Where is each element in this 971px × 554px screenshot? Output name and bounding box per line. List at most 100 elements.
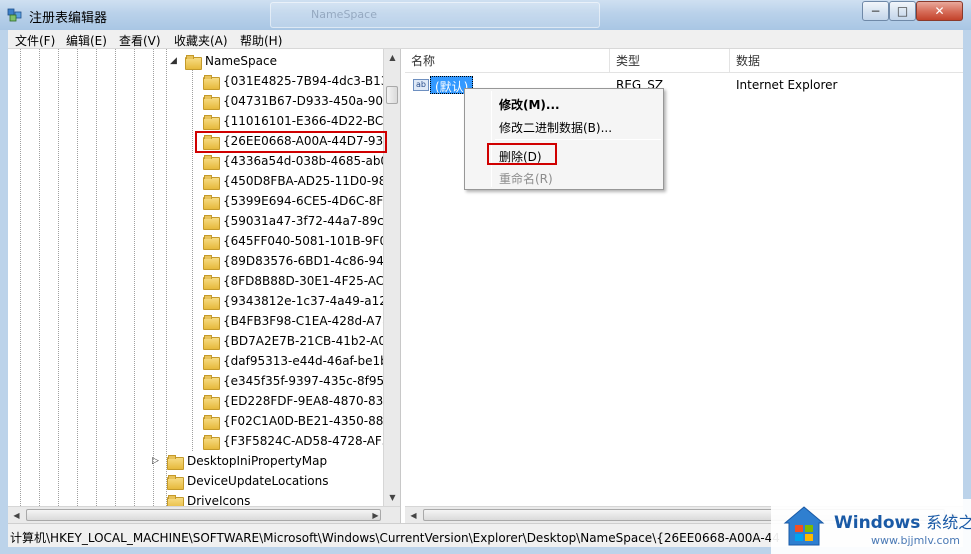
title-bar[interactable]: 注册表编辑器 NameSpace − □ ✕ (0, 0, 971, 30)
menu-help[interactable]: 帮助(H) (240, 32, 282, 49)
menu-edit[interactable]: 编辑(E) (66, 32, 107, 49)
tree-node-selected[interactable]: {26EE0668-A00A-44D7-9371 (203, 131, 398, 151)
tree-node-label: {B4FB3F98-C1EA-428d-A78A (223, 314, 398, 328)
tree-node-guid[interactable]: {F02C1A0D-BE21-4350-88B0 (203, 411, 399, 431)
tree-node-label: {e345f35f-9397-435c-8f95-4 (223, 374, 397, 388)
tree-node-guid[interactable]: {11016101-E366-4D22-BC06 (203, 111, 399, 131)
tree-node-deviceupdatelocations[interactable]: DeviceUpdateLocations (167, 471, 329, 491)
tree-guide-line (192, 69, 193, 451)
menu-view[interactable]: 查看(V) (119, 32, 161, 49)
tree-node-guid[interactable]: {5399E694-6CE5-4D6C-8FCE (203, 191, 399, 211)
folder-icon (203, 134, 220, 150)
tree-horizontal-scrollbar[interactable]: ◀ ▶ (8, 506, 400, 523)
tree-node-label: {9343812e-1c37-4a49-a12e (223, 294, 395, 308)
tree-node-guid[interactable]: {ED228FDF-9EA8-4870-83b1 (203, 391, 399, 411)
tree-guide-line (96, 49, 97, 506)
tree-guide-line (58, 49, 59, 506)
close-button[interactable]: ✕ (916, 1, 963, 21)
folder-icon (203, 394, 220, 410)
scroll-up-arrow-icon[interactable]: ▲ (384, 49, 400, 66)
tree-node-label: NameSpace (205, 54, 277, 68)
tree-guide-line (166, 49, 167, 506)
key-tree-pane[interactable]: ◢ NameSpace {031E4825-7B94-4dc3-B131 {047… (8, 49, 401, 523)
menu-item-modify-binary[interactable]: 修改二进制数据(B)... (499, 119, 612, 136)
menu-bar: 文件(F) 编辑(E) 查看(V) 收藏夹(A) 帮助(H) (8, 30, 963, 49)
folder-icon (203, 94, 220, 110)
context-menu: 修改(M)... 修改二进制数据(B)... 删除(D) 重命名(R) (464, 88, 664, 190)
tree-node-guid[interactable]: {BD7A2E7B-21CB-41b2-A08 (203, 331, 394, 351)
expand-triangle-icon[interactable]: ▷ (152, 456, 161, 466)
folder-icon (167, 474, 184, 490)
column-header-name[interactable]: 名称 (405, 49, 610, 73)
collapse-triangle-icon[interactable]: ◢ (170, 56, 179, 66)
tree-guide-line (39, 49, 40, 506)
folder-icon (203, 234, 220, 250)
tree-node-guid[interactable]: {4336a54d-038b-4685-ab02 (203, 151, 396, 171)
tree-node-label: DeviceUpdateLocations (187, 474, 329, 488)
tree-node-guid[interactable]: {645FF040-5081-101B-9F08- (203, 231, 399, 251)
folder-open-icon (185, 54, 202, 70)
tree-node-guid[interactable]: {450D8FBA-AD25-11D0-98A (203, 171, 395, 191)
tree-vertical-scrollbar[interactable]: ▲ ▼ (383, 49, 400, 506)
watermark-url: www.bjjmlv.com (871, 534, 960, 547)
tree-node-desktopinipropertymap[interactable]: ▷ DesktopIniPropertyMap (152, 451, 327, 471)
tree-guide-line (115, 49, 116, 506)
column-header-type[interactable]: 类型 (610, 49, 730, 73)
menu-item-delete[interactable]: 删除(D) (499, 148, 542, 165)
tree-node-label: {59031a47-3f72-44a7-89c5- (223, 214, 396, 228)
tree-node-label: {8FD8B88D-30E1-4F25-AC2I (223, 274, 396, 288)
menu-item-modify[interactable]: 修改(M)... (499, 96, 560, 113)
folder-icon (203, 214, 220, 230)
window-title: 注册表编辑器 (29, 11, 108, 26)
tree-node-guid[interactable]: {59031a47-3f72-44a7-89c5- (203, 211, 396, 231)
value-data: Internet Explorer (736, 78, 838, 92)
tree-node-guid[interactable]: {8FD8B88D-30E1-4F25-AC2I (203, 271, 395, 291)
folder-icon (203, 294, 220, 310)
tree-node-label: {5399E694-6CE5-4D6C-8FCE (223, 194, 400, 208)
scroll-left-arrow-icon[interactable]: ◀ (8, 507, 25, 523)
tree-node-label: {04731B67-D933-450a-90E6 (223, 94, 399, 108)
tree-node-namespace[interactable]: ◢ NameSpace (170, 51, 277, 71)
scroll-thumb[interactable] (26, 509, 381, 521)
folder-icon (203, 274, 220, 290)
menu-file[interactable]: 文件(F) (15, 32, 55, 49)
house-logo-icon (783, 506, 825, 546)
scroll-left-arrow-icon[interactable]: ◀ (405, 507, 422, 524)
tree-node-guid[interactable]: {04731B67-D933-450a-90E6 (203, 91, 398, 111)
folder-icon (203, 354, 220, 370)
folder-icon (203, 74, 220, 90)
menu-gutter (491, 91, 492, 187)
tree-node-label: {645FF040-5081-101B-9F08- (223, 234, 400, 248)
folder-icon (203, 174, 220, 190)
tree-node-guid[interactable]: {e345f35f-9397-435c-8f95-4 (203, 371, 396, 391)
tree-node-guid[interactable]: {89D83576-6BD1-4c86-9454 (203, 251, 399, 271)
folder-icon (203, 414, 220, 430)
tree-guide-line (77, 49, 78, 506)
tree-node-label: {BD7A2E7B-21CB-41b2-A08 (223, 334, 394, 348)
registry-editor-icon (7, 8, 22, 22)
tree-guide-line (20, 49, 21, 506)
tree-node-guid[interactable]: {B4FB3F98-C1EA-428d-A78A (203, 311, 398, 331)
scroll-thumb[interactable] (386, 86, 398, 104)
menu-separator (495, 139, 661, 140)
tree-node-guid[interactable]: {9343812e-1c37-4a49-a12e (203, 291, 394, 311)
folder-icon (203, 314, 220, 330)
column-header-data[interactable]: 数据 (730, 49, 963, 73)
menu-item-rename: 重命名(R) (499, 172, 553, 186)
minimize-button[interactable]: − (862, 1, 889, 21)
status-path: 计算机\HKEY_LOCAL_MACHINE\SOFTWARE\Microsof… (10, 531, 780, 545)
tree-node-guid[interactable]: {031E4825-7B94-4dc3-B131 (203, 71, 396, 91)
folder-icon (203, 194, 220, 210)
scroll-down-arrow-icon[interactable]: ▼ (384, 489, 400, 506)
tree-node-guid[interactable]: {daf95313-e44d-46af-be1b- (203, 351, 392, 371)
folder-icon (203, 114, 220, 130)
scroll-right-arrow-icon[interactable]: ▶ (367, 507, 384, 523)
maximize-button[interactable]: □ (889, 1, 916, 21)
tree-node-label: {ED228FDF-9EA8-4870-83b1 (223, 394, 399, 408)
folder-icon (203, 334, 220, 350)
tree-guide-line (134, 49, 135, 506)
tree-node-guid[interactable]: {F3F5824C-AD58-4728-AF59 (203, 431, 397, 451)
menu-favorites[interactable]: 收藏夹(A) (174, 32, 228, 49)
list-header: 名称 类型 数据 (405, 49, 963, 73)
tree-node-label: DesktopIniPropertyMap (187, 454, 328, 468)
